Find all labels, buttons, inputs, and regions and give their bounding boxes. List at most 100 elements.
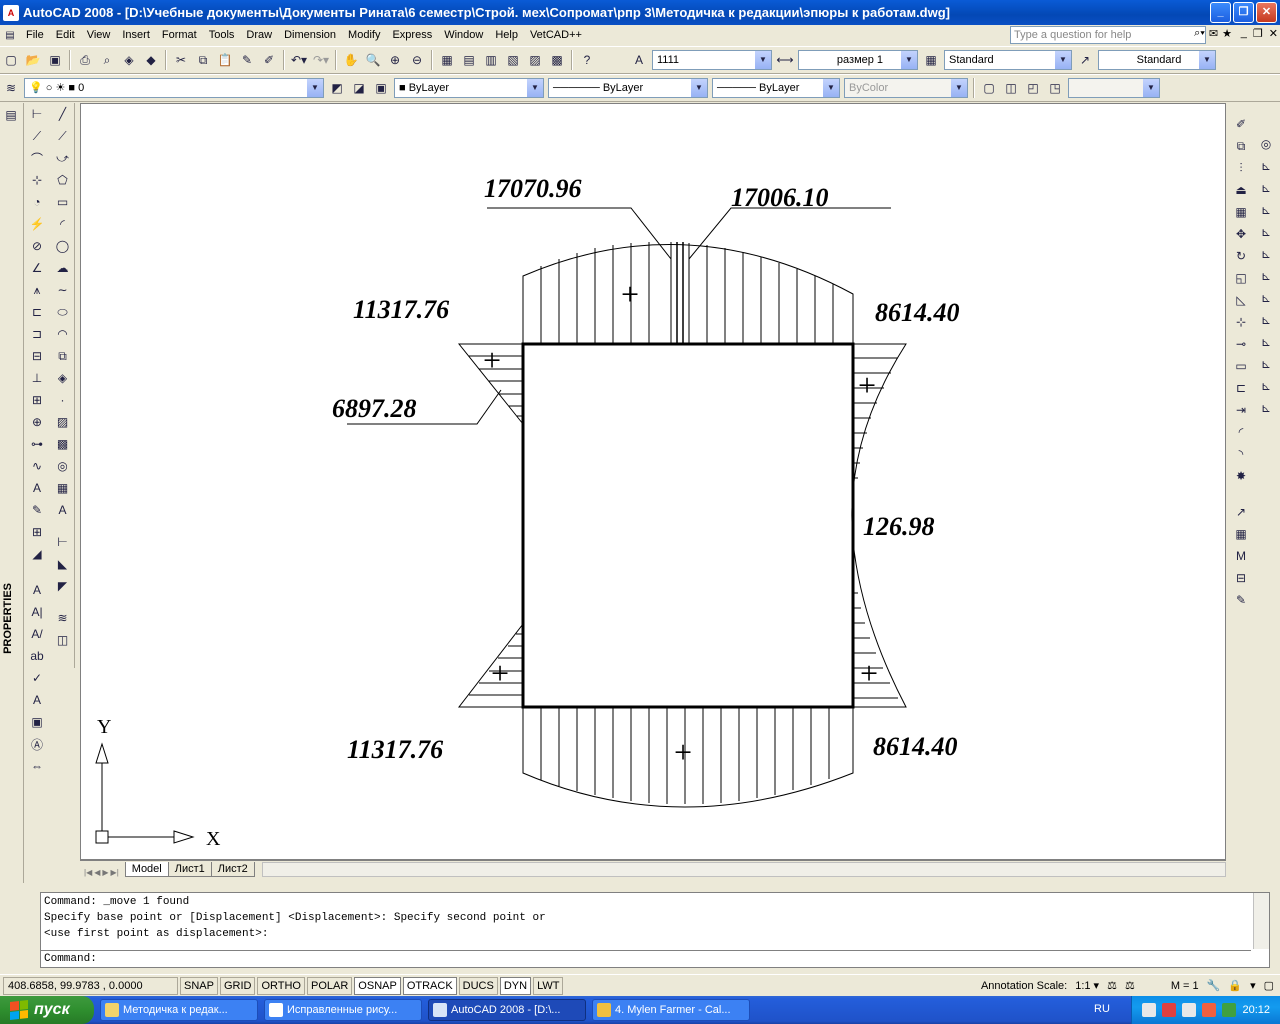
offset-icon[interactable]: ⏏: [1231, 179, 1251, 201]
menu-help[interactable]: Help: [489, 25, 524, 45]
menu-vetcad[interactable]: VetCAD++: [524, 25, 588, 45]
help-search-input[interactable]: Type a question for help: [1010, 26, 1206, 44]
menu-dimension[interactable]: Dimension: [278, 25, 342, 45]
minimize-button[interactable]: _: [1210, 2, 1231, 23]
zoom-window-icon[interactable]: ⊕: [385, 50, 405, 70]
taskbar-item-winamp[interactable]: 4. Mylen Farmer - Cal...: [592, 999, 750, 1021]
extend-icon[interactable]: ⊸: [1231, 333, 1251, 355]
center-mark-icon[interactable]: ⊕: [27, 411, 47, 433]
pan-icon[interactable]: ✋: [341, 50, 361, 70]
menu-draw[interactable]: Draw: [240, 25, 278, 45]
ucs-z-icon[interactable]: ⊾: [1256, 397, 1276, 419]
ducs-toggle[interactable]: DUCS: [458, 976, 498, 995]
join-icon[interactable]: ⊏: [1231, 377, 1251, 399]
zoom-realtime-icon[interactable]: 🔍: [363, 50, 383, 70]
dimension-text-edit-icon[interactable]: ✎: [27, 499, 47, 521]
fillet2-icon[interactable]: ◝: [1231, 443, 1251, 465]
point-icon[interactable]: ·: [53, 389, 73, 411]
tab-sheet1[interactable]: Лист1: [167, 862, 212, 877]
tray-security-icon[interactable]: [1162, 1003, 1177, 1017]
mleader-icon[interactable]: ✎: [1231, 589, 1251, 611]
ellipse-icon[interactable]: ⬭: [53, 301, 73, 323]
linetype-select[interactable]: ────── ByLayer ▼: [548, 78, 708, 98]
plot-icon[interactable]: ⎙: [75, 50, 95, 70]
region-icon[interactable]: ◎: [53, 455, 73, 477]
tray-network-icon[interactable]: [1142, 1003, 1157, 1017]
tab-model[interactable]: Model: [124, 862, 169, 877]
circle-icon[interactable]: ◯: [53, 235, 73, 257]
stretch-icon[interactable]: ◺: [1231, 289, 1251, 311]
make-block-icon[interactable]: ◈: [53, 367, 73, 389]
linear-dimension-icon[interactable]: ⊢: [27, 103, 47, 125]
make-current-layer-icon[interactable]: ◩: [327, 78, 347, 98]
3d-dwf-icon[interactable]: ◆: [141, 50, 161, 70]
text-style-select[interactable]: 1111 ▼: [652, 50, 772, 70]
open-icon[interactable]: 📂: [23, 50, 43, 70]
convert-viewport-icon[interactable]: ◳: [1045, 78, 1065, 98]
hatch-icon[interactable]: ▨: [53, 411, 73, 433]
viewport-clip-icon[interactable]: ◫: [1001, 78, 1021, 98]
justify-text-icon[interactable]: Ⓐ: [27, 733, 47, 755]
sheet-set-icon[interactable]: ▧: [503, 50, 523, 70]
title-bar[interactable]: A AutoCAD 2008 - [D:\Учебные документы\Д…: [0, 0, 1280, 25]
color-select[interactable]: ■ ByLayer ▼: [394, 78, 544, 98]
find-replace-icon[interactable]: ab: [27, 645, 47, 667]
text-icon[interactable]: A: [27, 579, 47, 601]
aligned-dimension-icon[interactable]: ⟋: [27, 125, 47, 147]
rotate-icon[interactable]: ↻: [1231, 245, 1251, 267]
arc-length-icon[interactable]: ⌒: [27, 147, 47, 169]
communication-icon[interactable]: ✉: [1209, 27, 1218, 40]
redo-icon[interactable]: ↷▾: [311, 50, 331, 70]
tray-app-icon[interactable]: [1202, 1003, 1217, 1017]
erase-icon[interactable]: ✐: [1231, 113, 1251, 135]
block-attribute-icon[interactable]: M: [1231, 545, 1251, 567]
construction-line-icon[interactable]: ⟋: [53, 125, 73, 147]
jogged-linear-icon[interactable]: ∿: [27, 455, 47, 477]
ucs-origin-icon[interactable]: ⊾: [1256, 221, 1276, 243]
quick-dimension-icon[interactable]: ⩚: [27, 279, 47, 301]
dim-style-left-icon[interactable]: ◢: [27, 543, 47, 565]
copy-object-icon[interactable]: ⧉: [1231, 135, 1251, 157]
osnap-toggle[interactable]: OSNAP: [354, 976, 401, 995]
chamfer-icon[interactable]: ⇥: [1231, 399, 1251, 421]
annotation-visibility-icon[interactable]: ⚖: [1107, 979, 1117, 992]
ucs-object-icon[interactable]: ⊾: [1256, 287, 1276, 309]
layer-select[interactable]: 💡 ○ ☀ ■ 0 ▼: [24, 78, 324, 98]
menu-view[interactable]: View: [81, 25, 117, 45]
start-button[interactable]: пуск: [0, 996, 94, 1024]
spell-check-icon[interactable]: ✓: [27, 667, 47, 689]
ellipse-arc-icon[interactable]: ◠: [53, 323, 73, 345]
mleader-style-select[interactable]: Standard ▼: [1098, 50, 1216, 70]
dimension-space-icon[interactable]: ⊟: [27, 345, 47, 367]
menu-file[interactable]: File: [20, 25, 50, 45]
table-icon[interactable]: ▦: [53, 477, 73, 499]
ucs-face-icon[interactable]: ⊾: [1256, 309, 1276, 331]
design-center-icon[interactable]: ▤: [459, 50, 479, 70]
trim-icon[interactable]: ⊹: [1231, 311, 1251, 333]
command-window[interactable]: Command: _move 1 found Specify base poin…: [40, 892, 1270, 968]
dim-style-select[interactable]: размер 1 ▼: [798, 50, 918, 70]
taskbar-item-paint[interactable]: Исправленные рису...: [264, 999, 422, 1021]
ucs-y-icon[interactable]: ⊾: [1256, 375, 1276, 397]
mleader-style-icon[interactable]: ↗: [1075, 50, 1095, 70]
drawing-canvas[interactable]: 17070.96 17006.10 11317.76 8614.40 6897.…: [80, 103, 1226, 860]
tab-nav-arrows[interactable]: |◀ ◀ ▶ ▶|: [80, 868, 119, 877]
match-properties-icon[interactable]: ✎: [237, 50, 257, 70]
baseline-dimension-icon[interactable]: ⊏: [27, 301, 47, 323]
tab-sheet2[interactable]: Лист2: [210, 862, 255, 877]
radius-dimension-icon[interactable]: ◔: [27, 191, 47, 213]
ucs-zaxis-icon[interactable]: ⊾: [1256, 243, 1276, 265]
command-prompt[interactable]: Command:: [44, 953, 97, 965]
table-edit-icon[interactable]: ▦: [1231, 523, 1251, 545]
spline-icon[interactable]: ∼: [53, 279, 73, 301]
communication-center-icon[interactable]: 🔧: [1207, 979, 1221, 992]
text-style-icon[interactable]: A: [629, 50, 649, 70]
edit-text-icon[interactable]: A/: [27, 623, 47, 645]
drawing-area[interactable]: 17070.96 17006.10 11317.76 8614.40 6897.…: [81, 104, 1227, 861]
table-style-icon[interactable]: ▦: [921, 50, 941, 70]
ordinate-dimension-icon[interactable]: ⊹: [27, 169, 47, 191]
polygonal-viewport-icon[interactable]: ◰: [1023, 78, 1043, 98]
ucs-icon[interactable]: ⊾: [1256, 155, 1276, 177]
ucs-previous-icon[interactable]: ⊾: [1256, 199, 1276, 221]
layout-icon[interactable]: ≋: [53, 607, 73, 629]
